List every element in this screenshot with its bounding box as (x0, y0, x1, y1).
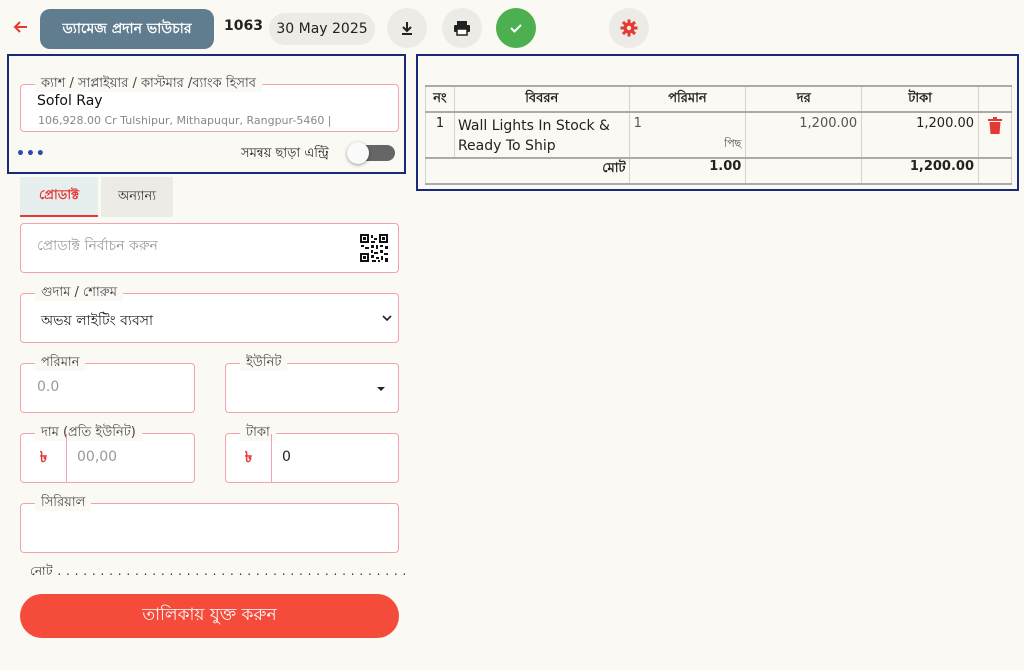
account-field[interactable]: ক্যাশ / সাপ্লাইয়ার / কাস্টমার /ব্যাংক হ… (20, 76, 399, 132)
back-button[interactable] (8, 14, 34, 40)
header-action (978, 85, 1012, 113)
download-icon (402, 22, 412, 35)
warehouse-value: অভয় লাইটিং ব্যবসা (41, 313, 154, 329)
add-to-list-button[interactable]: তালিকায় যুক্ত করুন (20, 594, 399, 638)
row-qty-value: 1 (633, 116, 642, 131)
header-description: বিবরন (453, 85, 630, 113)
date-picker[interactable]: 30 May 2025 (269, 13, 375, 45)
row-amount: 1,200.00 (861, 111, 980, 159)
toggle-label: সমন্বয় ছাড়া এন্ট্রি (241, 146, 329, 161)
voucher-number: 1063 (224, 18, 263, 34)
more-options-button[interactable]: ••• (16, 146, 46, 162)
confirm-button[interactable] (496, 8, 536, 48)
price-placeholder: 00,00 (77, 449, 118, 465)
total-amount: 1,200.00 (861, 157, 980, 185)
quantity-legend: পরিমান (35, 355, 86, 371)
gear-icon (620, 19, 638, 37)
adjustment-toggle[interactable] (347, 142, 395, 164)
quantity-input[interactable]: পরিমান 0.0 (20, 355, 195, 413)
unit-legend: ইউনিট (240, 355, 288, 371)
settings-button[interactable] (609, 8, 649, 48)
tab-other[interactable]: অন্যান্য (101, 177, 173, 217)
page-title: ড্যামেজ প্রদান ভাউচার (40, 9, 214, 49)
total-label: মোট (425, 157, 630, 185)
row-no: 1 (425, 111, 455, 159)
header-rate: দর (745, 85, 863, 113)
items-table: নং বিবরন পরিমান দর টাকা 1 Wall Lights In… (425, 85, 1012, 185)
row-quantity: 1 পিছ (628, 111, 747, 159)
row-description: Wall Lights In Stock & Ready To Ship (453, 111, 630, 159)
total-rate-empty (745, 157, 863, 185)
product-select[interactable]: প্রোডাক্ট নির্বাচন করুন (20, 223, 399, 273)
qr-code-icon[interactable] (359, 233, 389, 263)
warehouse-select[interactable]: গুদাম / শোরুম অভয় লাইটিং ব্যবসা (20, 285, 399, 343)
header-quantity: পরিমান (628, 85, 747, 113)
amount-input[interactable]: টাকা ৳ 0 (225, 425, 399, 483)
print-icon (454, 21, 470, 36)
serial-input[interactable]: সিরিয়াল (20, 495, 399, 553)
note-field[interactable]: নোট . . . . . . . . . . . . . . . . . . … (30, 563, 407, 583)
total-quantity: 1.00 (628, 157, 747, 185)
account-legend: ক্যাশ / সাপ্লাইয়ার / কাস্টমার /ব্যাংক হ… (35, 76, 263, 92)
items-table-section: নং বিবরন পরিমান দর টাকা 1 Wall Lights In… (416, 54, 1019, 191)
quantity-placeholder: 0.0 (37, 379, 60, 395)
header-no: নং (425, 85, 455, 113)
taka-icon: ৳ (226, 434, 272, 482)
chevron-down-icon (382, 315, 392, 322)
toggle-knob (347, 142, 369, 164)
serial-legend: সিরিয়াল (35, 495, 92, 511)
download-button[interactable] (387, 8, 427, 48)
unit-select[interactable]: ইউনিট (225, 355, 399, 413)
table-row: 1 Wall Lights In Stock & Ready To Ship 1… (425, 111, 1012, 159)
price-input[interactable]: দাম (প্রতি ইউনিট) ৳ 00,00 (20, 425, 195, 483)
account-details: 106,928.00 Cr Tulshipur, Mithapuqur, Ran… (38, 114, 332, 127)
check-icon (510, 24, 522, 33)
amount-value: 0 (282, 449, 291, 465)
tab-product[interactable]: প্রোডাক্ট (20, 177, 98, 217)
print-button[interactable] (442, 8, 482, 48)
row-unit: পিছ (724, 137, 742, 150)
header-amount: টাকা (861, 85, 980, 113)
total-action-empty (978, 157, 1012, 185)
row-rate: 1,200.00 (745, 111, 863, 159)
warehouse-legend: গুদাম / শোরুম (35, 285, 123, 301)
account-name: Sofol Ray (37, 93, 103, 109)
caret-down-icon (377, 387, 385, 391)
trash-icon (988, 117, 1002, 134)
delete-row-button[interactable] (978, 111, 1012, 159)
total-row: মোট 1.00 1,200.00 (425, 157, 1012, 185)
taka-icon: ৳ (21, 434, 67, 482)
product-placeholder: প্রোডাক্ট নির্বাচন করুন (37, 238, 158, 254)
arrow-left-icon (13, 21, 27, 33)
